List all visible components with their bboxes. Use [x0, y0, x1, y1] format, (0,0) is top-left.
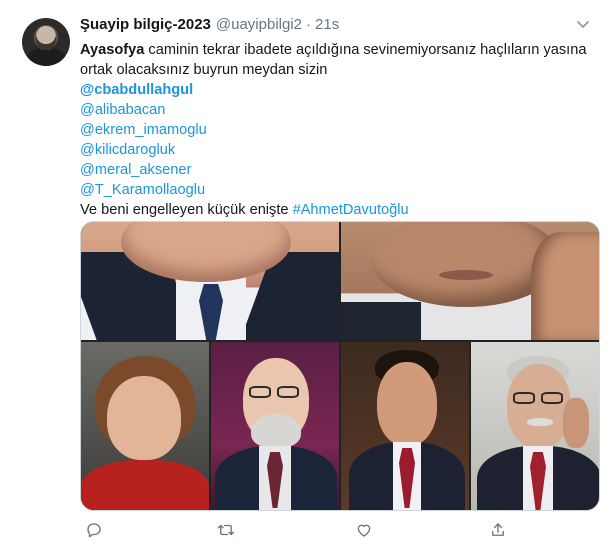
- avatar-body: [26, 48, 66, 66]
- last-line-text: Ve beni engelleyen küçük enişte: [80, 202, 293, 218]
- tweet-line-1-rest: caminin tekrar ibadete açıldığına sevine…: [144, 42, 587, 58]
- tweet-header: Şuayip bilgiç-2023 @uayipbilgi2 · 21s: [80, 16, 339, 33]
- photo-face-closeup[interactable]: [341, 222, 599, 340]
- mustache: [527, 418, 553, 426]
- mention-link[interactable]: @ekrem_imamoglu: [80, 120, 600, 140]
- heart-icon: [357, 524, 371, 537]
- face: [107, 376, 181, 460]
- photo-tie-closeup[interactable]: [81, 222, 339, 340]
- media-grid[interactable]: [80, 221, 600, 511]
- timestamp[interactable]: 21s: [315, 16, 339, 33]
- tweet-card[interactable]: Şuayip bilgiç-2023 @uayipbilgi2 · 21s Ay…: [0, 0, 614, 549]
- tweet-last-line: Ve beni engelleyen küçük enişte #AhmetDa…: [80, 200, 600, 220]
- chevron-down-icon[interactable]: [576, 18, 590, 32]
- display-name[interactable]: Şuayip bilgiç-2023: [80, 16, 211, 33]
- tweet-text: Ayasofya caminin tekrar ibadete açıldığı…: [80, 40, 600, 220]
- retweet-icon: [217, 524, 235, 536]
- mention-link[interactable]: @kilicdarogluk: [80, 140, 600, 160]
- mouth: [439, 270, 493, 280]
- tweet-line-2: ortak olacaksınız buyrun meydan sizin: [80, 62, 328, 78]
- share-icon: [492, 523, 504, 536]
- beard: [251, 414, 301, 448]
- hashtag-link[interactable]: #AhmetDavutoğlu: [293, 202, 409, 218]
- avatar-face: [36, 26, 56, 50]
- mention-link[interactable]: @alibabacan: [80, 100, 600, 120]
- photo-portrait-man-smiling[interactable]: [341, 342, 469, 510]
- like-button[interactable]: [352, 518, 376, 542]
- photo-portrait-woman[interactable]: [81, 342, 209, 510]
- reply-button[interactable]: [82, 518, 106, 542]
- separator: ·: [306, 16, 312, 33]
- hand-with-phone: [563, 398, 589, 448]
- glasses: [249, 386, 271, 398]
- share-button[interactable]: [486, 518, 510, 542]
- avatar[interactable]: [22, 18, 70, 66]
- glasses: [277, 386, 299, 398]
- tweet-line-1: Ayasofya caminin tekrar ibadete açıldığı…: [80, 40, 600, 60]
- face: [377, 362, 437, 446]
- mention-link[interactable]: @T_Karamollaoglu: [80, 180, 600, 200]
- mention-link[interactable]: @cbabdullahgul: [80, 80, 600, 100]
- glasses: [541, 392, 563, 404]
- mention-link[interactable]: @meral_aksener: [80, 160, 600, 180]
- face: [507, 364, 571, 448]
- hand: [531, 232, 599, 340]
- photo-portrait-man-glasses[interactable]: [211, 342, 339, 510]
- reply-icon: [87, 523, 101, 538]
- user-handle[interactable]: @uayipbilgi2: [216, 16, 302, 33]
- photo-portrait-man-phone[interactable]: [471, 342, 599, 510]
- retweet-button[interactable]: [214, 518, 238, 542]
- jacket: [81, 460, 209, 510]
- bold-word: Ayasofya: [80, 42, 145, 58]
- suit: [341, 302, 421, 340]
- glasses: [513, 392, 535, 404]
- tweet-actions: [80, 518, 600, 542]
